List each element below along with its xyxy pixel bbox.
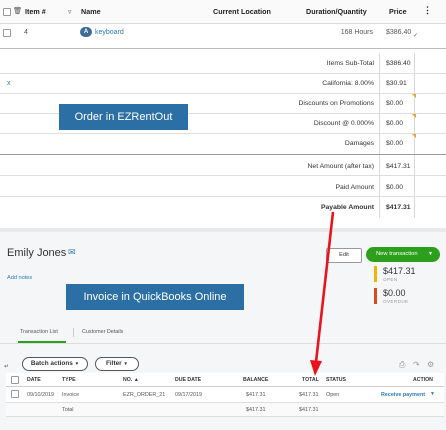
red-arrow-annotation (310, 211, 335, 376)
